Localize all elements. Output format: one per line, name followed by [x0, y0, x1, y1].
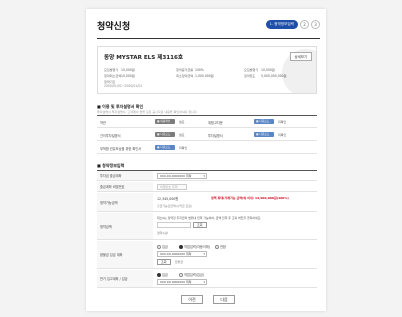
password-input[interactable]: 비밀번호 입력: [157, 184, 187, 190]
radio-icon: [179, 272, 183, 277]
info-item: 청약증거금률 100%: [176, 68, 204, 72]
title-divider: [97, 38, 320, 39]
radio-icon: [157, 244, 161, 249]
form-row: 청약가능금액 12,345,000원 정책 최대(거래가능 금액)와 이내: 1…: [97, 193, 317, 212]
form-row: 환불금 입금 계좌 입금 직접입력(자동이체) 전환 000-00-000000…: [97, 241, 317, 269]
download-button[interactable]: ▣ 다운로드: [155, 145, 175, 150]
step-1-active: 1. 청약정보입력: [265, 20, 298, 29]
section2-title: ■ 청약정보입력: [97, 163, 125, 168]
form-row: 투자금 출금계좌 000-00-0000000 위탁 ▾: [97, 171, 317, 181]
info-period: 2000/01/01~2000/01/01: [104, 84, 143, 88]
withdraw-account-select[interactable]: 000-00-0000000 위탁 ▾: [157, 173, 207, 179]
maturity-radio-1[interactable]: 입금: [157, 272, 168, 277]
prev-button[interactable]: 이전: [181, 295, 203, 304]
page-title: 청약신청: [97, 22, 131, 32]
doc-row: 부적합 권유보상을 위한 확인서 ▣ 다운로드 미확인: [97, 142, 317, 154]
refund-query-button[interactable]: 조회: [157, 259, 171, 265]
refund-radio-3[interactable]: 전환: [215, 244, 226, 249]
next-button[interactable]: 다음: [213, 295, 235, 304]
step-indicator: 1. 청약정보입력 2 3: [265, 20, 320, 29]
view-terms-button[interactable]: ▣ 내용확인: [155, 119, 175, 124]
step-2: 2: [300, 20, 309, 29]
radio-icon: [215, 244, 219, 249]
product-name: 동양 MYSTAR ELS 제3116호: [104, 55, 184, 61]
radio-icon: [179, 244, 183, 249]
info-item: 최소청약금액 1,000,000원: [176, 74, 214, 78]
form-row: 만기 입고계좌 / 입금 입금 직접입력(입금) 000-00-0000000 …: [97, 270, 317, 288]
step-3: 3: [311, 20, 320, 29]
refund-radio-1[interactable]: 입금: [157, 244, 168, 249]
info-item: 모집발행가 10,000원: [104, 68, 135, 72]
amount-query-button[interactable]: 조회: [193, 222, 207, 228]
refund-account-select[interactable]: 000-00-0000000 위탁 ▾: [157, 251, 207, 257]
refund-radio-2[interactable]: 직접입력(자동이체): [179, 244, 210, 249]
form-row: 출금계좌 비밀번호 비밀번호 입력: [97, 182, 317, 192]
info-item: 청약한도 5,000,000,000원: [244, 74, 287, 78]
maturity-account-select[interactable]: 000-00-0000000 위탁 ▾: [157, 279, 207, 285]
detail-view-button[interactable]: 상세보기: [289, 52, 312, 61]
product-summary: 동양 MYSTAR ELS 제3116호 상세보기 모집발행가 10,000원 청…: [97, 46, 317, 94]
download-button[interactable]: ▣ 다운로드: [254, 119, 274, 124]
download-button[interactable]: ▣ 다운로드: [155, 132, 175, 137]
doc-row: 간이투자설명서 ▣ 다운로드 필요 투자설명서 ▣ 다운로드 미확인: [97, 129, 317, 141]
section1-note: 투자설명서·투자설명서, 고객께서 들을 모든 공시자료 내용을 확인하셔야 합…: [97, 110, 198, 114]
info-item: 모집발행가 10,000원: [244, 68, 275, 72]
max-amount-notice: 정책 최대(거래가능 금액)와 이내: 12,000,000원(100%): [211, 196, 289, 200]
info-item: 청약최소금액10,000원: [104, 74, 135, 78]
form-row: 청약금액 최소0는 청약한 투자금의 범위내 입력 가능하며, 금액 입력 후 …: [97, 213, 317, 240]
maturity-radio-2[interactable]: 직접입력(입금): [179, 272, 204, 277]
amount-input[interactable]: [157, 222, 191, 228]
available-amount: 12,345,000원: [157, 197, 179, 201]
subscription-card: 청약신청 1. 청약정보입력 2 3 동양 MYSTAR ELS 제3116호 …: [86, 9, 326, 311]
radio-icon: [157, 272, 161, 277]
download-button[interactable]: ▣ 다운로드: [254, 132, 274, 137]
doc-row: 약관 ▣ 내용확인 필요 위험고지문 ▣ 다운로드 미확인: [97, 116, 317, 128]
